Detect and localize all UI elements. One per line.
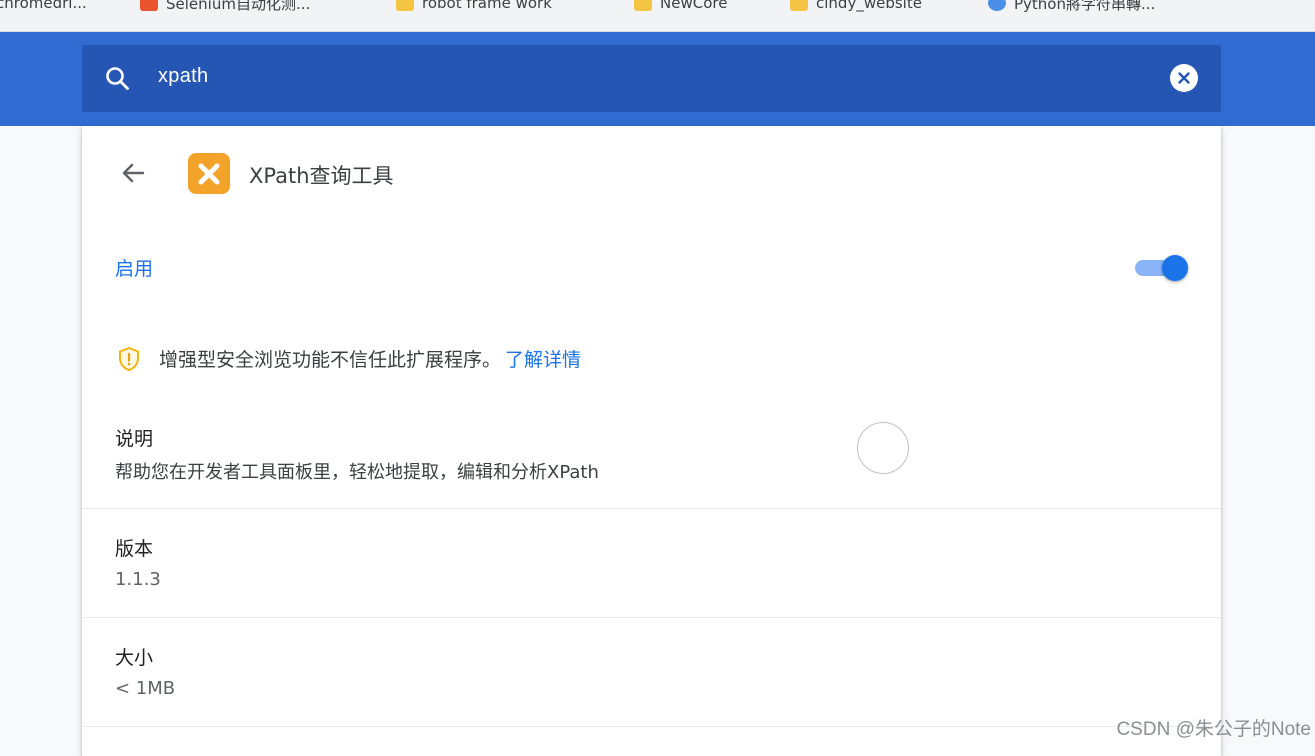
description-value: 帮助您在开发者工具面板里，轻松地提取，编辑和分析XPath bbox=[115, 462, 599, 483]
safe-browsing-warning: 增强型安全浏览功能不信任此扩展程序。 了解详情 bbox=[117, 345, 581, 372]
divider bbox=[82, 726, 1221, 727]
watermark: CSDN @朱公子的Note bbox=[1116, 719, 1311, 740]
back-arrow-icon[interactable] bbox=[118, 158, 148, 188]
enable-toggle[interactable] bbox=[1135, 255, 1189, 281]
extension-logo-icon bbox=[188, 153, 230, 194]
version-title: 版本 bbox=[115, 538, 154, 560]
bookmark-item[interactable]: robot frame work bbox=[396, 0, 552, 14]
bookmark-item[interactable]: Selenium自动化测... bbox=[140, 0, 310, 14]
toggle-knob bbox=[1162, 255, 1188, 281]
folder-icon bbox=[634, 0, 652, 11]
divider bbox=[82, 617, 1221, 618]
bookmark-label: cindy_website bbox=[816, 0, 922, 12]
search-icon bbox=[106, 67, 129, 90]
bookmark-label: Selenium自动化测... bbox=[166, 0, 311, 13]
bookmark-item[interactable]: NewCore bbox=[634, 0, 727, 14]
version-value: 1.1.3 bbox=[115, 569, 161, 590]
shield-warning-icon bbox=[119, 346, 139, 371]
site-favicon-icon bbox=[140, 0, 158, 11]
extensions-header: xpath bbox=[0, 32, 1315, 126]
bookmark-item[interactable]: cindy_website bbox=[790, 0, 922, 14]
extension-detail-card: XPath查询工具 启用 增强型安全浏览功能不信任此扩展程序。 了解详情 说明 … bbox=[82, 126, 1221, 756]
bookmark-item[interactable]: chromedri... bbox=[0, 0, 87, 14]
bookmarks-bar: chromedri... Selenium自动化测... robot frame… bbox=[0, 0, 1315, 32]
clear-icon bbox=[1178, 72, 1190, 84]
folder-icon bbox=[396, 0, 414, 11]
bookmark-label: NewCore bbox=[660, 0, 728, 12]
bookmark-label: chromedri... bbox=[0, 0, 87, 12]
mouse-cursor-indicator bbox=[857, 422, 909, 474]
bookmark-label: Python將字符串轉... bbox=[1014, 0, 1156, 13]
site-favicon-icon bbox=[988, 0, 1006, 11]
learn-more-link[interactable]: 了解详情 bbox=[505, 345, 581, 372]
search-bar[interactable]: xpath bbox=[82, 45, 1221, 112]
warning-text: 增强型安全浏览功能不信任此扩展程序。 bbox=[159, 349, 502, 371]
bookmark-item[interactable]: Python將字符串轉... bbox=[988, 0, 1155, 14]
bookmark-label: robot frame work bbox=[422, 0, 552, 12]
search-input[interactable]: xpath bbox=[158, 65, 208, 88]
enable-label: 启用 bbox=[115, 258, 154, 280]
size-title: 大小 bbox=[115, 647, 154, 669]
clear-search-button[interactable] bbox=[1170, 64, 1198, 92]
extension-title: XPath查询工具 bbox=[249, 164, 394, 188]
divider bbox=[82, 508, 1221, 509]
description-title: 说明 bbox=[115, 428, 154, 450]
size-value: < 1MB bbox=[115, 678, 176, 699]
folder-icon bbox=[790, 0, 808, 11]
